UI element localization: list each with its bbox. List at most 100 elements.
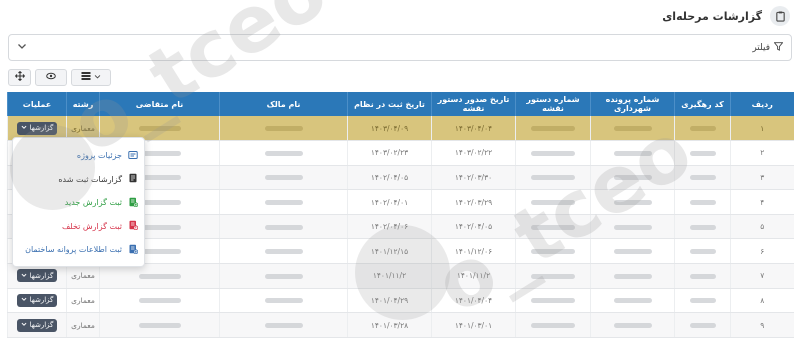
chevron-down-icon — [21, 124, 27, 132]
redacted-value — [264, 298, 303, 304]
cell-redacted — [219, 189, 348, 215]
reports-button-label: گزارشها — [29, 271, 54, 280]
cell-redacted — [219, 165, 348, 191]
redacted-value — [689, 249, 716, 255]
menu-item-registered-reports[interactable]: گزارشات ثبت شده — [13, 168, 144, 192]
cell-redacted — [590, 140, 675, 166]
table-row[interactable]: ۷ ۱۴۰۱/۱۱/۲ ۱۴۰۱/۱۱/۲ معماری گزارشها — [7, 263, 794, 289]
cell-index: ۷ — [730, 263, 794, 289]
table-header-row: ردیف کد رهگیری شماره پرونده شهرداری شمار… — [7, 92, 794, 116]
redacted-value — [531, 323, 575, 329]
redacted-value — [689, 298, 716, 304]
menu-item-label: ثبت اطلاعات پروانه ساختمان — [25, 245, 122, 255]
menu-item-label: جزئیات پروژه — [76, 151, 122, 161]
redacted-value — [264, 150, 303, 156]
cell-redacted — [674, 116, 731, 142]
table-row[interactable]: ۹ ۱۴۰۱/۰۳/۰۱ ۱۴۰۱/۰۳/۲۸ معماری گزارشها — [7, 312, 794, 338]
redacted-value — [613, 224, 652, 230]
redacted-value — [138, 298, 181, 304]
move-columns-button[interactable] — [8, 69, 31, 86]
redacted-value — [689, 126, 716, 132]
menu-item-new-report[interactable]: ثبت گزارش جدید — [13, 191, 144, 215]
cell-redacted — [590, 189, 675, 215]
menu-item-label: ثبت گزارش تخلف — [62, 221, 122, 231]
cell-actions: گزارشها — [7, 263, 67, 289]
reports-button[interactable]: گزارشها — [16, 269, 58, 283]
cell-redacted — [590, 263, 675, 289]
column-header[interactable]: عملیات — [7, 92, 67, 116]
cell-reg-date: ۱۴۰۱/۰۴/۲۹ — [347, 288, 432, 314]
list-icon — [81, 71, 91, 84]
column-header[interactable]: شماره دستور نقشه — [515, 92, 591, 116]
cell-index: ۵ — [730, 214, 794, 240]
cell-index: ۱ — [730, 116, 794, 142]
filter-panel[interactable]: فیلتر — [8, 34, 792, 61]
cell-issue-date: ۱۴۰۱/۰۳/۰۱ — [431, 312, 516, 338]
chevron-down-icon[interactable] — [17, 41, 27, 54]
cell-reg-date: ۱۴۰۲/۰۴/۰۵ — [347, 165, 432, 191]
column-header[interactable]: ردیف — [730, 92, 794, 116]
cell-field: معماری — [66, 312, 100, 338]
cell-redacted — [590, 116, 675, 142]
cell-redacted — [515, 263, 591, 289]
filter-label-group: فیلتر — [752, 41, 784, 54]
cell-redacted — [674, 189, 731, 215]
redacted-value — [689, 175, 716, 181]
menu-item-violation-report[interactable]: ثبت گزارش تخلف — [13, 215, 144, 239]
cell-redacted — [99, 312, 220, 338]
cell-index: ۴ — [730, 189, 794, 215]
cell-reg-date: ۱۴۰۱/۱۱/۲ — [347, 263, 432, 289]
cell-field: معماری — [66, 288, 100, 314]
redacted-value — [689, 323, 716, 329]
reports-button[interactable]: گزارشها — [16, 121, 58, 135]
column-header[interactable]: کد رهگیری — [674, 92, 731, 116]
eye-icon — [46, 71, 56, 84]
column-header[interactable]: تاریخ صدور دستور نقشه — [431, 92, 516, 116]
redacted-value — [613, 200, 652, 206]
cell-redacted — [515, 165, 591, 191]
density-button[interactable] — [71, 69, 111, 86]
menu-item-label: گزارشات ثبت شده — [58, 174, 122, 184]
filter-icon — [773, 41, 784, 54]
cell-redacted — [674, 263, 731, 289]
cell-issue-date: ۱۴۰۳/۰۴/۰۴ — [431, 116, 516, 142]
cell-reg-date: ۱۴۰۲/۰۴/۰۶ — [347, 214, 432, 240]
cell-redacted — [674, 165, 731, 191]
redacted-value — [613, 323, 652, 329]
table-row[interactable]: ۸ ۱۴۰۱/۰۴/۰۴ ۱۴۰۱/۰۴/۲۹ معماری گزارشها — [7, 288, 794, 314]
menu-item-label: ثبت گزارش جدید — [64, 198, 122, 208]
reports-button[interactable]: گزارشها — [16, 293, 58, 307]
column-header[interactable]: رشته — [66, 92, 100, 116]
column-header[interactable]: نام متقاضی — [99, 92, 220, 116]
reports-button[interactable]: گزارشها — [16, 318, 58, 332]
cell-issue-date: ۱۴۰۲/۰۳/۲۹ — [431, 189, 516, 215]
chevron-down-icon — [21, 321, 27, 329]
redacted-value — [689, 273, 716, 279]
menu-item-building-permit[interactable]: ثبت اطلاعات پروانه ساختمان — [13, 238, 144, 262]
redacted-value — [531, 273, 575, 279]
cell-redacted — [219, 116, 348, 142]
redacted-value — [138, 273, 181, 279]
filter-label: فیلتر — [752, 42, 770, 53]
redacted-value — [613, 273, 652, 279]
cell-issue-date: ۱۴۰۳/۰۲/۲۲ — [431, 140, 516, 166]
cell-redacted — [590, 288, 675, 314]
cell-redacted — [590, 238, 675, 265]
cell-issue-date: ۱۴۰۱/۱۲/۰۶ — [431, 238, 516, 265]
cell-redacted — [515, 288, 591, 314]
column-header[interactable]: شماره پرونده شهرداری — [590, 92, 675, 116]
cell-actions: گزارشها — [7, 288, 67, 314]
cell-index: ۸ — [730, 288, 794, 314]
cell-reg-date: ۱۴۰۳/۰۴/۰۹ — [347, 116, 432, 142]
toggle-columns-button[interactable] — [35, 69, 67, 86]
redacted-value — [531, 249, 575, 255]
column-header[interactable]: تاریخ ثبت در نظام — [347, 92, 432, 116]
redacted-value — [264, 249, 303, 255]
page-header: گزارشات مرحله‌ای — [0, 0, 800, 32]
reports-button-label: گزارشها — [29, 296, 54, 305]
column-header[interactable]: نام مالک — [219, 92, 348, 116]
redacted-value — [264, 175, 303, 181]
cell-reg-date: ۱۴۰۳/۰۲/۲۳ — [347, 140, 432, 166]
redacted-value — [531, 126, 575, 132]
menu-item-project-details[interactable]: جزئیات پروژه — [13, 144, 144, 168]
